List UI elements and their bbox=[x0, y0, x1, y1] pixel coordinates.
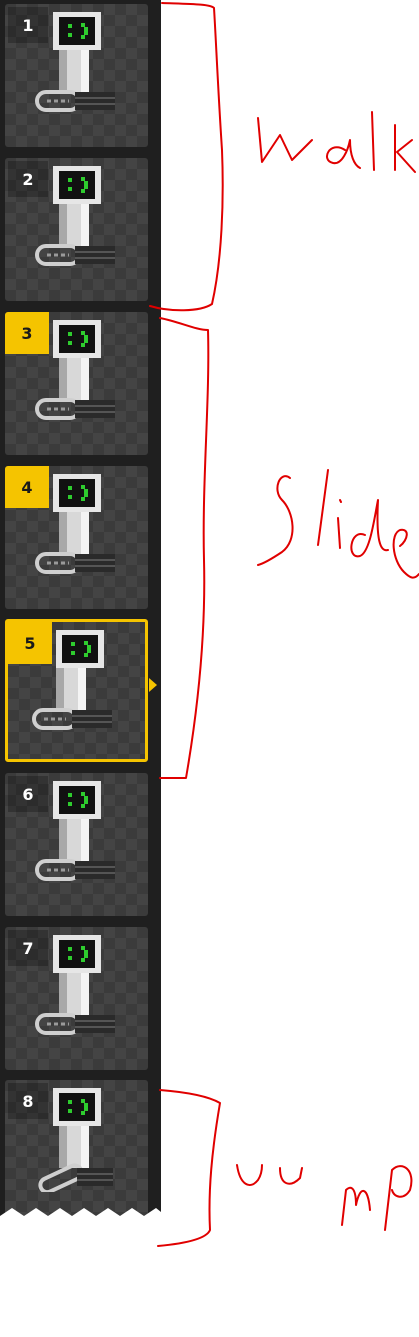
slide-bracket bbox=[159, 317, 210, 779]
frame-strip: 1 2 3 4 5 6 7 8 bbox=[0, 0, 161, 1230]
slide-handwriting bbox=[257, 469, 419, 579]
walk-handwriting bbox=[257, 111, 416, 173]
frame-6[interactable]: 6 bbox=[5, 773, 148, 916]
frame-8[interactable]: 8 bbox=[5, 1080, 148, 1223]
jump-bracket bbox=[157, 1089, 221, 1247]
frame-4[interactable]: 4 bbox=[5, 466, 148, 609]
selected-frame-pointer-icon bbox=[149, 678, 157, 692]
frame-1[interactable]: 1 bbox=[5, 4, 148, 147]
frame-3[interactable]: 3 bbox=[5, 312, 148, 455]
frame-2[interactable]: 2 bbox=[5, 158, 148, 301]
robot-sprite-icon bbox=[35, 12, 115, 112]
robot-sprite-icon bbox=[35, 781, 115, 881]
robot-sprite-icon bbox=[35, 166, 115, 266]
torn-edge bbox=[0, 1208, 161, 1230]
robot-sprite-icon bbox=[35, 935, 115, 1035]
robot-sprite-icon bbox=[38, 1088, 113, 1192]
page: 1 2 3 4 5 6 7 8 bbox=[0, 0, 419, 1337]
frame-7[interactable]: 7 bbox=[5, 927, 148, 1070]
jump-handwriting bbox=[236, 1164, 413, 1231]
frame-5[interactable]: 5 bbox=[5, 619, 148, 762]
robot-sprite-icon bbox=[35, 320, 115, 420]
robot-sprite-icon bbox=[35, 474, 115, 574]
robot-sprite-icon bbox=[32, 630, 112, 730]
